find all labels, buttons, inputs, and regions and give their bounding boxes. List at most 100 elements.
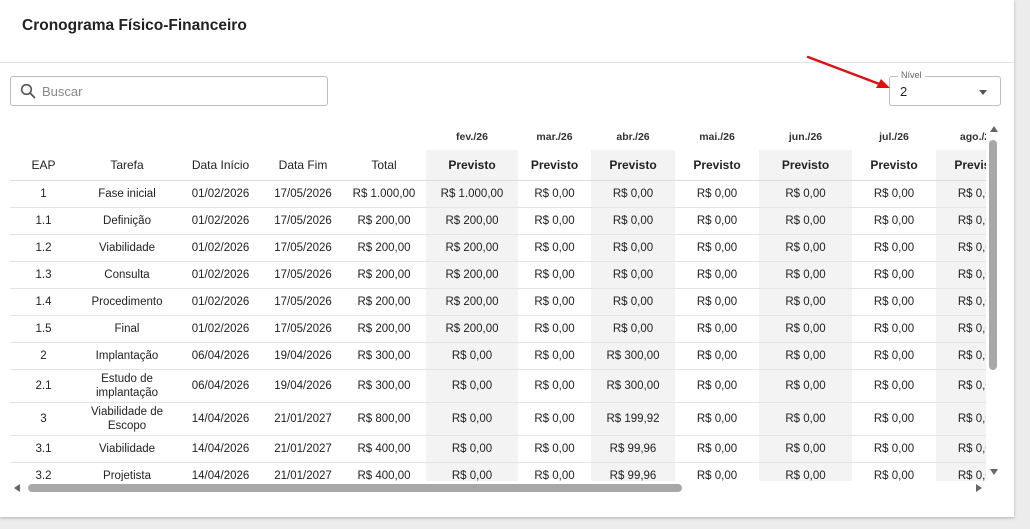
cell-previsto: R$ 99,96 [591,462,675,481]
cell-previsto: R$ 0,00 [675,435,759,463]
cell-data-inicio: 06/04/2026 [177,342,264,370]
cell-previsto: R$ 0,00 [518,261,591,289]
vertical-scrollbar-thumb[interactable] [989,140,997,370]
chevron-down-icon[interactable] [979,90,987,95]
column-header-eap[interactable]: EAP [10,150,77,181]
cell-data-fim: 17/05/2026 [264,261,342,289]
column-header-previsto[interactable]: Previsto [936,150,986,181]
cell-data-fim: 21/01/2027 [264,402,342,436]
cell-previsto: R$ 0,00 [936,207,986,235]
cell-eap: 1 [10,180,77,208]
search-box[interactable] [10,76,328,106]
column-header-previsto[interactable]: Previsto [518,150,591,181]
cell-previsto: R$ 0,00 [936,435,986,463]
scroll-right-icon[interactable] [976,484,982,492]
column-header-total[interactable]: Total [342,150,426,181]
column-header-row: EAP Tarefa Data Início Data Fim Total Pr… [10,150,986,181]
scroll-left-icon[interactable] [14,484,20,492]
cell-eap: 1.5 [10,315,77,343]
schedule-card: Cronograma Físico-Financeiro Nível 2 fev… [0,0,1014,517]
month-header: fev./26 [456,131,488,143]
table-row[interactable]: 1.2 Viabilidade 01/02/2026 17/05/2026 R$ 200… [10,234,986,262]
cell-data-fim: 21/01/2027 [264,462,342,481]
cell-previsto: R$ 0,00 [675,234,759,262]
cell-total: R$ 400,00 [342,462,426,481]
cell-eap: 3.2 [10,462,77,481]
cell-previsto: R$ 0,00 [518,462,591,481]
cell-total: R$ 300,00 [342,342,426,370]
cell-previsto: R$ 0,00 [852,234,936,262]
cell-eap: 2 [10,342,77,370]
search-input[interactable] [42,81,322,101]
cell-total: R$ 200,00 [342,207,426,235]
table-row[interactable]: 1 Fase inicial 01/02/2026 17/05/2026 R$ 1.00… [10,180,986,208]
column-header-previsto[interactable]: Previsto [852,150,936,181]
scroll-up-icon[interactable] [990,126,998,132]
cell-previsto: R$ 199,92 [591,402,675,436]
table-row[interactable]: 3.1 Viabilidade 14/04/2026 21/01/2027 R$ 400… [10,435,986,463]
cell-eap: 1.2 [10,234,77,262]
cell-previsto: R$ 0,00 [936,288,986,316]
table-row[interactable]: 2 Implantação 06/04/2026 19/04/2026 R$ 300,0… [10,342,986,370]
cell-previsto: R$ 0,00 [675,288,759,316]
cell-previsto: R$ 0,00 [675,261,759,289]
scroll-down-icon[interactable] [990,469,998,475]
table-row[interactable]: 2.1 Estudo de implantação 06/04/2026 19/04/… [10,369,986,403]
cell-previsto: R$ 0,00 [675,342,759,370]
cell-previsto: R$ 0,00 [759,462,852,481]
cell-previsto: R$ 0,00 [759,261,852,289]
column-header-previsto[interactable]: Previsto [426,150,518,181]
column-header-fim[interactable]: Data Fim [264,150,342,181]
table-row[interactable]: 3.2 Projetista 14/04/2026 21/01/2027 R$ 400,… [10,462,986,481]
cell-previsto: R$ 0,00 [852,342,936,370]
column-header-tarefa[interactable]: Tarefa [77,150,177,181]
cell-previsto: R$ 200,00 [426,288,518,316]
cell-previsto: R$ 0,00 [426,342,518,370]
cell-previsto: R$ 0,00 [759,369,852,403]
cell-previsto: R$ 0,00 [675,180,759,208]
column-header-inicio[interactable]: Data Início [177,150,264,181]
cell-data-inicio: 14/04/2026 [177,402,264,436]
table-row[interactable]: 1.4 Procedimento 01/02/2026 17/05/2026 R$ 20… [10,288,986,316]
horizontal-scrollbar[interactable] [10,482,986,494]
cell-previsto: R$ 0,00 [591,315,675,343]
month-header: mai./26 [699,131,735,143]
cell-total: R$ 200,00 [342,261,426,289]
cell-previsto: R$ 0,00 [591,234,675,262]
table-row[interactable]: 1.3 Consulta 01/02/2026 17/05/2026 R$ 200,00… [10,261,986,289]
nivel-select[interactable]: Nível 2 [889,70,1001,106]
cell-data-inicio: 01/02/2026 [177,234,264,262]
cell-previsto: R$ 0,00 [936,315,986,343]
month-header: jun./26 [788,131,823,143]
table-row[interactable]: 1.5 Final 01/02/2026 17/05/2026 R$ 200,00 R$ … [10,315,986,343]
cell-previsto: R$ 0,00 [518,207,591,235]
horizontal-scrollbar-thumb[interactable] [28,484,682,492]
column-header-previsto[interactable]: Previsto [675,150,759,181]
cell-previsto: R$ 200,00 [426,315,518,343]
cell-eap: 3 [10,402,77,436]
cell-previsto: R$ 0,00 [936,402,986,436]
cell-tarefa: Definição [77,207,177,235]
cell-total: R$ 400,00 [342,435,426,463]
cell-tarefa: Viabilidade [77,234,177,262]
cell-previsto: R$ 0,00 [518,402,591,436]
cell-previsto: R$ 0,00 [426,435,518,463]
cell-previsto: R$ 0,00 [518,234,591,262]
cell-previsto: R$ 0,00 [759,207,852,235]
nivel-value: 2 [900,84,908,99]
schedule-table-container: fev./26 mar./26 abr./26 mai./26 jun./26 … [10,124,986,481]
cell-data-fim: 17/05/2026 [264,234,342,262]
table-row[interactable]: 3 Viabilidade de Escopo 14/04/2026 21/01/20… [10,402,986,436]
cell-tarefa: Estudo de implantação [77,369,177,403]
column-header-previsto[interactable]: Previsto [759,150,852,181]
cell-previsto: R$ 300,00 [591,342,675,370]
cell-data-inicio: 01/02/2026 [177,288,264,316]
table-row[interactable]: 1.1 Definição 01/02/2026 17/05/2026 R$ 200,0… [10,207,986,235]
cell-previsto: R$ 0,00 [518,435,591,463]
cell-previsto: R$ 0,00 [591,180,675,208]
month-header: ago./26 [959,131,986,143]
vertical-scrollbar[interactable] [988,124,999,481]
column-header-previsto[interactable]: Previsto [591,150,675,181]
cell-previsto: R$ 0,00 [936,261,986,289]
cell-previsto: R$ 300,00 [591,369,675,403]
